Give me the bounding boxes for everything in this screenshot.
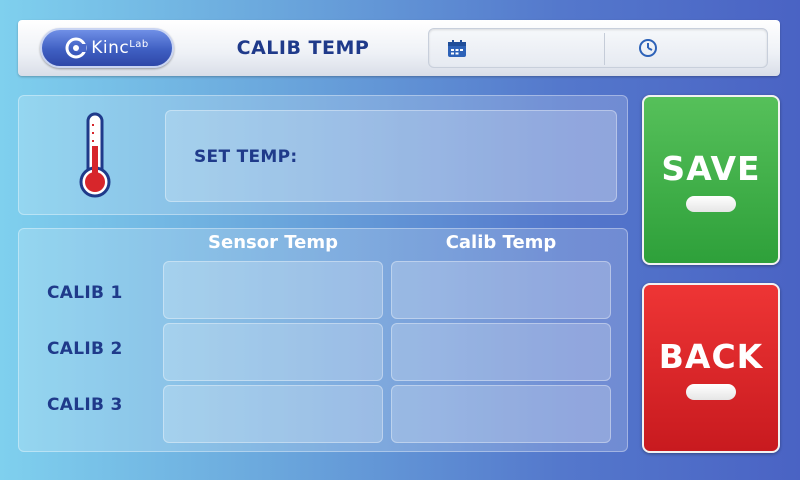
thermometer-icon bbox=[79, 112, 111, 198]
row-label-calib-3: CALIB 3 bbox=[47, 395, 123, 415]
row-label-calib-2: CALIB 2 bbox=[47, 339, 123, 359]
clock-icon bbox=[639, 39, 657, 57]
calib-3-sensor-field[interactable] bbox=[163, 385, 383, 443]
back-button[interactable]: BACK bbox=[642, 283, 780, 453]
logo-text: KincLab bbox=[91, 37, 149, 58]
calib-2-calib-field[interactable] bbox=[391, 323, 611, 381]
column-header-sensor-temp: Sensor Temp bbox=[208, 232, 338, 253]
back-button-label: BACK bbox=[658, 336, 764, 376]
page-title: CALIB TEMP bbox=[236, 37, 370, 59]
calib-1-sensor-field[interactable] bbox=[163, 261, 383, 319]
header-bar: KincLab CALIB TEMP bbox=[18, 20, 780, 76]
calib-table-panel: Sensor Temp Calib Temp CALIB 1 CALIB 2 C… bbox=[18, 228, 628, 452]
column-header-calib-temp: Calib Temp bbox=[445, 232, 557, 253]
row-label-calib-1: CALIB 1 bbox=[47, 283, 123, 303]
save-button-label: SAVE bbox=[661, 148, 761, 188]
kinclab-logo-icon bbox=[65, 37, 87, 59]
calib-2-sensor-field[interactable] bbox=[163, 323, 383, 381]
brand-logo: KincLab bbox=[40, 28, 174, 68]
set-temp-panel: SET TEMP: bbox=[18, 95, 628, 215]
calendar-icon bbox=[448, 40, 466, 57]
datetime-display bbox=[428, 28, 768, 68]
datetime-divider bbox=[604, 33, 605, 65]
calib-1-calib-field[interactable] bbox=[391, 261, 611, 319]
set-temp-label: SET TEMP: bbox=[194, 147, 298, 167]
set-temp-field[interactable]: SET TEMP: bbox=[165, 110, 617, 202]
back-button-indicator bbox=[686, 383, 736, 400]
save-button[interactable]: SAVE bbox=[642, 95, 780, 265]
calib-3-calib-field[interactable] bbox=[391, 385, 611, 443]
save-button-indicator bbox=[686, 195, 736, 212]
